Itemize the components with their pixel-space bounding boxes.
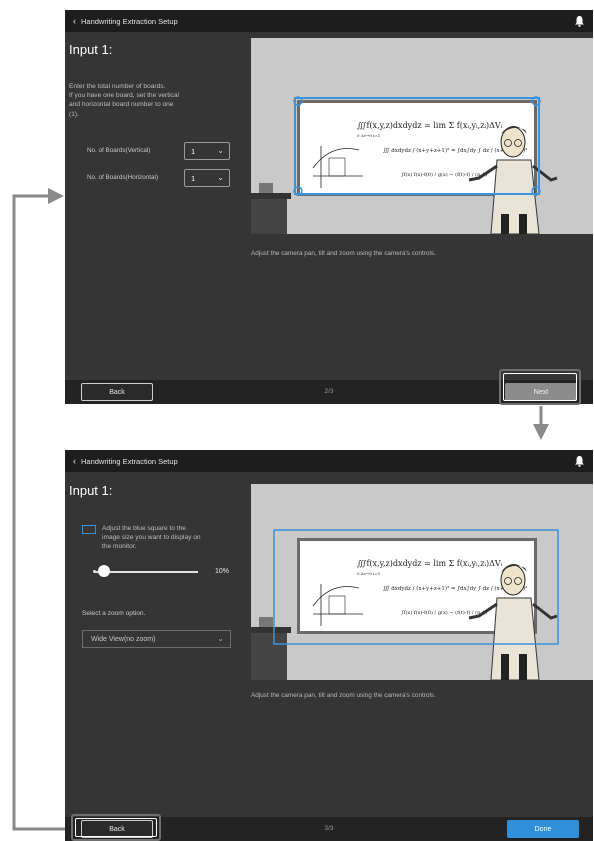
- instruction-text: Adjust the blue square to the image size…: [102, 524, 201, 552]
- board-line-1: ∭f(x,y,z)dxdydz = lim Σ f(xᵢ,yᵢ,zᵢ)ΔVᵢ: [357, 559, 503, 568]
- back-button-highlight: [71, 814, 161, 841]
- board-line-1: ∭f(x,y,z)dxdydz = lim Σ f(xᵢ,yᵢ,zᵢ)ΔVᵢ: [357, 121, 503, 130]
- bell-icon[interactable]: [574, 455, 585, 467]
- vertical-boards-select[interactable]: 1 ⌄: [184, 142, 230, 160]
- instruction-line: If you have one board, set the vertical: [69, 92, 179, 100]
- page-heading: Input 1:: [69, 42, 113, 57]
- instruction-line: Enter the total number of boards.: [69, 83, 166, 90]
- title-bar: ‹ Handwriting Extraction Setup: [65, 450, 593, 472]
- page-heading: Input 1:: [69, 483, 113, 498]
- bell-icon[interactable]: [574, 15, 585, 27]
- instruction-line: image size you want to display on: [102, 534, 201, 542]
- next-button-highlight: [499, 369, 581, 405]
- horizontal-boards-value: 1: [191, 173, 196, 183]
- zoom-option-select[interactable]: Wide View(no zoom) ⌄: [82, 630, 231, 648]
- vertical-boards-value: 1: [191, 146, 196, 156]
- chevron-down-icon: ⌄: [217, 173, 224, 182]
- camera-caption: Adjust the camera pan, tilt and zoom usi…: [251, 692, 436, 699]
- zoom-option-label: Select a zoom option.: [82, 610, 146, 617]
- vertical-boards-label: No. of Boards(Vertical): [87, 147, 151, 154]
- instruction-line: the monitor.: [102, 543, 137, 551]
- camera-caption: Adjust the camera pan, tilt and zoom usi…: [251, 250, 436, 257]
- title-bar: ‹ Handwriting Extraction Setup: [65, 10, 593, 32]
- window-title: Handwriting Extraction Setup: [81, 456, 178, 466]
- setup-screen-step-3: ‹ Handwriting Extraction Setup Input 1: …: [65, 450, 593, 841]
- camera-preview: ∭f(x,y,z)dxdydz = lim Σ f(xᵢ,yᵢ,zᵢ)ΔVᵢ 0…: [251, 38, 593, 234]
- chevron-down-icon: ⌄: [217, 634, 224, 643]
- zoom-slider-handle[interactable]: [98, 565, 111, 577]
- horizontal-boards-select[interactable]: 1 ⌄: [184, 169, 230, 187]
- instruction-line: and horizontal board number to one: [69, 101, 174, 109]
- back-loop-arrowhead: [48, 188, 64, 204]
- window-title: Handwriting Extraction Setup: [81, 16, 178, 26]
- zoom-option-value: Wide View(no zoom): [91, 635, 156, 643]
- next-down-arrowhead: [533, 424, 549, 440]
- chevron-left-icon[interactable]: ‹: [73, 16, 76, 26]
- back-loop-line: [12, 194, 70, 831]
- instruction-line: Adjust the blue square to the: [102, 525, 186, 532]
- chevron-left-icon[interactable]: ‹: [73, 456, 76, 466]
- board-line-3: ∫f(x) f(x)-f(0) / g(x) − (f(t)-f) / (n-1…: [401, 609, 487, 616]
- board-line-1-sub: 0 Δv→0 i=1: [357, 133, 380, 138]
- camera-preview: ∭f(x,y,z)dxdydz = lim Σ f(xᵢ,yᵢ,zᵢ)ΔVᵢ 0…: [251, 484, 593, 680]
- board-line-3: ∫f(x) f(x)-f(0) / g(x) − (f(t)-f) / (n-1…: [401, 171, 487, 178]
- classroom-illustration: ∭f(x,y,z)dxdydz = lim Σ f(xᵢ,yᵢ,zᵢ)ΔVᵢ 0…: [251, 484, 593, 680]
- zoom-slider-value: 10%: [215, 568, 230, 575]
- board-line-1-sub: 0 Δv→0 i=1: [357, 571, 380, 576]
- chevron-down-icon: ⌄: [217, 146, 224, 155]
- horizontal-boards-label: No. of Boards(Horizontal): [87, 174, 159, 181]
- done-button[interactable]: Done: [507, 820, 579, 838]
- instruction-line: (1).: [69, 110, 79, 118]
- setup-screen-step-2: ‹ Handwriting Extraction Setup Input 1: …: [65, 10, 593, 404]
- blue-square-indicator: [82, 525, 96, 534]
- classroom-illustration: ∭f(x,y,z)dxdydz = lim Σ f(xᵢ,yᵢ,zᵢ)ΔVᵢ 0…: [251, 38, 593, 234]
- instruction-text: Enter the total number of boards. If you…: [69, 82, 179, 119]
